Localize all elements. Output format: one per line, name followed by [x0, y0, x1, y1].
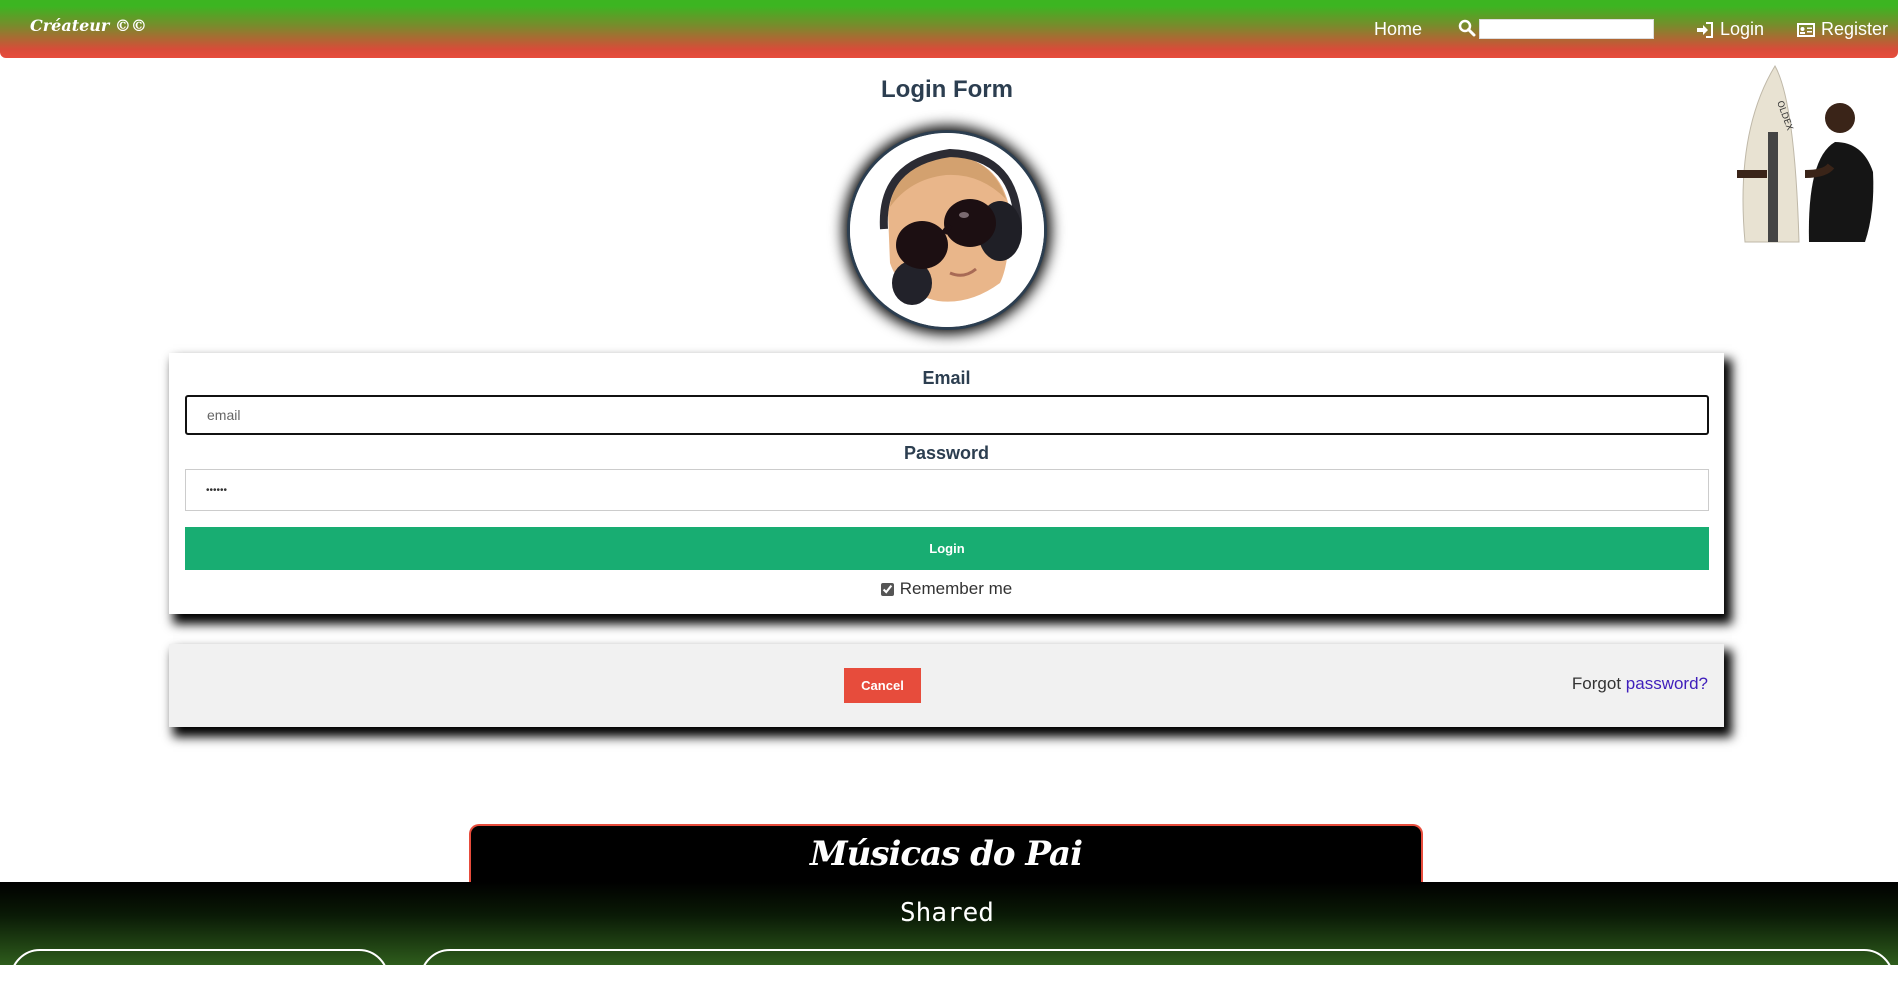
password-field[interactable]: ••••••: [185, 469, 1709, 511]
nav-home-link[interactable]: Home: [1374, 19, 1422, 40]
cancel-button[interactable]: Cancel: [844, 668, 921, 703]
search-icon[interactable]: [1458, 19, 1476, 37]
brand-logo[interactable]: Créateur ©©: [30, 16, 147, 35]
password-value: ••••••: [206, 484, 228, 496]
shared-panel-left: [10, 949, 389, 993]
nav-login-label: Login: [1720, 19, 1765, 39]
nav-register-label: Register: [1821, 19, 1889, 39]
nav-login-link[interactable]: Login: [1696, 19, 1764, 40]
search-input[interactable]: [1479, 19, 1654, 39]
forgot-prefix: Forgot: [1571, 674, 1622, 693]
shared-panel-right: [420, 949, 1894, 993]
remember-checkbox[interactable]: [880, 582, 894, 596]
shared-title: Shared: [900, 898, 994, 928]
music-title: Músicas do Pai: [809, 834, 1083, 874]
login-form: Email Password •••••• Login Remember me: [169, 353, 1724, 614]
remember-label: Remember me: [899, 579, 1013, 598]
music-banner: Músicas do Pai: [469, 824, 1423, 882]
form-actions: Cancel Forgot password?: [169, 644, 1724, 727]
avatar-image: [850, 133, 1044, 327]
forgot-password-link[interactable]: password?: [1626, 674, 1708, 693]
login-button[interactable]: Login: [185, 527, 1709, 570]
surfboard-photo: OLDEX: [1737, 65, 1874, 243]
forgot-password: Forgot password?: [1572, 674, 1708, 694]
page-title: Login Form: [881, 76, 1013, 103]
remember-me[interactable]: Remember me: [169, 579, 1724, 599]
navbar: Créateur ©© Home Login Register: [0, 0, 1898, 58]
avatar: [847, 130, 1047, 330]
email-field[interactable]: [185, 395, 1709, 435]
password-label: Password: [903, 443, 990, 463]
sign-in-icon: [1697, 21, 1713, 38]
email-label: Email: [922, 368, 971, 388]
id-card-icon: [1797, 22, 1815, 37]
nav-register-link[interactable]: Register: [1797, 19, 1888, 40]
